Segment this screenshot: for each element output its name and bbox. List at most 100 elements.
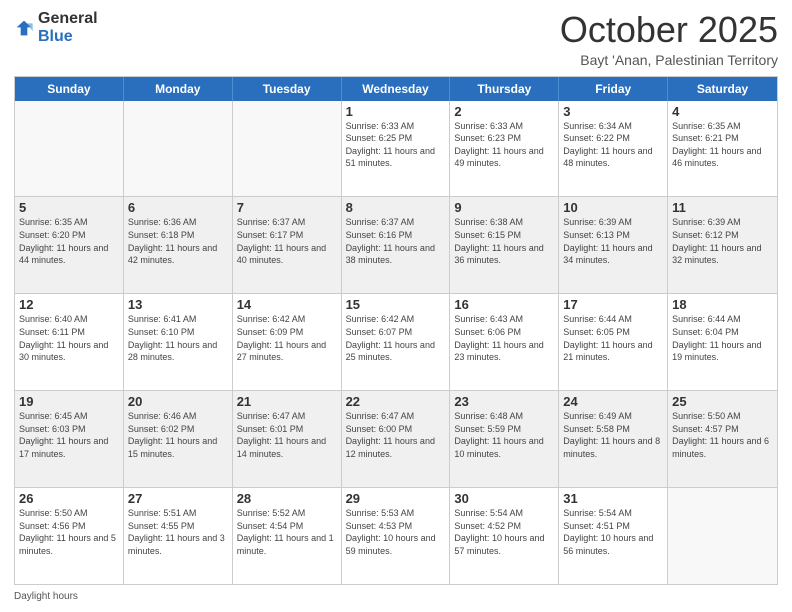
day-number: 7 [237,200,337,215]
day-info: Sunrise: 6:43 AM Sunset: 6:06 PM Dayligh… [454,313,554,363]
day-number: 13 [128,297,228,312]
weekday-header-monday: Monday [124,77,233,101]
day-info: Sunrise: 6:44 AM Sunset: 6:04 PM Dayligh… [672,313,773,363]
logo-blue: Blue [38,28,73,45]
month-title: October 2025 [560,10,778,50]
calendar-cell: 28Sunrise: 5:52 AM Sunset: 4:54 PM Dayli… [233,488,342,584]
calendar-cell: 14Sunrise: 6:42 AM Sunset: 6:09 PM Dayli… [233,294,342,390]
calendar-cell [15,101,124,197]
day-number: 4 [672,104,773,119]
day-number: 29 [346,491,446,506]
calendar-cell: 10Sunrise: 6:39 AM Sunset: 6:13 PM Dayli… [559,197,668,293]
day-number: 22 [346,394,446,409]
day-info: Sunrise: 6:48 AM Sunset: 5:59 PM Dayligh… [454,410,554,460]
day-number: 10 [563,200,663,215]
day-info: Sunrise: 5:54 AM Sunset: 4:52 PM Dayligh… [454,507,554,557]
calendar-week-5: 26Sunrise: 5:50 AM Sunset: 4:56 PM Dayli… [15,488,777,584]
day-info: Sunrise: 6:35 AM Sunset: 6:21 PM Dayligh… [672,120,773,170]
weekday-header-sunday: Sunday [15,77,124,101]
day-number: 1 [346,104,446,119]
day-number: 30 [454,491,554,506]
calendar-week-3: 12Sunrise: 6:40 AM Sunset: 6:11 PM Dayli… [15,294,777,391]
day-number: 17 [563,297,663,312]
calendar-cell: 7Sunrise: 6:37 AM Sunset: 6:17 PM Daylig… [233,197,342,293]
day-number: 28 [237,491,337,506]
day-number: 21 [237,394,337,409]
day-info: Sunrise: 5:54 AM Sunset: 4:51 PM Dayligh… [563,507,663,557]
day-number: 8 [346,200,446,215]
day-info: Sunrise: 6:41 AM Sunset: 6:10 PM Dayligh… [128,313,228,363]
calendar-cell: 4Sunrise: 6:35 AM Sunset: 6:21 PM Daylig… [668,101,777,197]
calendar-cell: 13Sunrise: 6:41 AM Sunset: 6:10 PM Dayli… [124,294,233,390]
calendar-week-2: 5Sunrise: 6:35 AM Sunset: 6:20 PM Daylig… [15,197,777,294]
day-info: Sunrise: 6:47 AM Sunset: 6:01 PM Dayligh… [237,410,337,460]
calendar-cell: 16Sunrise: 6:43 AM Sunset: 6:06 PM Dayli… [450,294,559,390]
calendar-cell [668,488,777,584]
day-number: 25 [672,394,773,409]
calendar: SundayMondayTuesdayWednesdayThursdayFrid… [14,76,778,585]
day-info: Sunrise: 6:34 AM Sunset: 6:22 PM Dayligh… [563,120,663,170]
day-number: 11 [672,200,773,215]
day-number: 26 [19,491,119,506]
calendar-cell: 6Sunrise: 6:36 AM Sunset: 6:18 PM Daylig… [124,197,233,293]
day-info: Sunrise: 5:53 AM Sunset: 4:53 PM Dayligh… [346,507,446,557]
day-number: 20 [128,394,228,409]
calendar-cell: 25Sunrise: 5:50 AM Sunset: 4:57 PM Dayli… [668,391,777,487]
calendar-cell: 9Sunrise: 6:38 AM Sunset: 6:15 PM Daylig… [450,197,559,293]
day-info: Sunrise: 6:39 AM Sunset: 6:12 PM Dayligh… [672,216,773,266]
logo: General Blue [14,10,98,46]
day-info: Sunrise: 6:47 AM Sunset: 6:00 PM Dayligh… [346,410,446,460]
calendar-cell: 17Sunrise: 6:44 AM Sunset: 6:05 PM Dayli… [559,294,668,390]
day-info: Sunrise: 5:51 AM Sunset: 4:55 PM Dayligh… [128,507,228,557]
calendar-body: 1Sunrise: 6:33 AM Sunset: 6:25 PM Daylig… [15,101,777,584]
day-info: Sunrise: 6:42 AM Sunset: 6:07 PM Dayligh… [346,313,446,363]
page: General Blue October 2025 Bayt 'Anan, Pa… [0,0,792,612]
day-info: Sunrise: 6:35 AM Sunset: 6:20 PM Dayligh… [19,216,119,266]
day-info: Sunrise: 6:40 AM Sunset: 6:11 PM Dayligh… [19,313,119,363]
title-block: October 2025 Bayt 'Anan, Palestinian Ter… [560,10,778,68]
day-number: 6 [128,200,228,215]
day-info: Sunrise: 5:50 AM Sunset: 4:57 PM Dayligh… [672,410,773,460]
day-number: 5 [19,200,119,215]
weekday-header-saturday: Saturday [668,77,777,101]
day-info: Sunrise: 6:36 AM Sunset: 6:18 PM Dayligh… [128,216,228,266]
location-title: Bayt 'Anan, Palestinian Territory [560,52,778,68]
weekday-header-friday: Friday [559,77,668,101]
calendar-header: SundayMondayTuesdayWednesdayThursdayFrid… [15,77,777,101]
day-info: Sunrise: 6:45 AM Sunset: 6:03 PM Dayligh… [19,410,119,460]
day-number: 24 [563,394,663,409]
day-info: Sunrise: 6:49 AM Sunset: 5:58 PM Dayligh… [563,410,663,460]
day-number: 2 [454,104,554,119]
day-number: 9 [454,200,554,215]
day-info: Sunrise: 5:52 AM Sunset: 4:54 PM Dayligh… [237,507,337,557]
calendar-cell: 19Sunrise: 6:45 AM Sunset: 6:03 PM Dayli… [15,391,124,487]
footer-text: Daylight hours [14,591,78,602]
calendar-cell: 2Sunrise: 6:33 AM Sunset: 6:23 PM Daylig… [450,101,559,197]
day-info: Sunrise: 6:33 AM Sunset: 6:23 PM Dayligh… [454,120,554,170]
day-number: 3 [563,104,663,119]
calendar-cell: 29Sunrise: 5:53 AM Sunset: 4:53 PM Dayli… [342,488,451,584]
calendar-cell: 18Sunrise: 6:44 AM Sunset: 6:04 PM Dayli… [668,294,777,390]
calendar-cell: 11Sunrise: 6:39 AM Sunset: 6:12 PM Dayli… [668,197,777,293]
day-info: Sunrise: 6:46 AM Sunset: 6:02 PM Dayligh… [128,410,228,460]
day-number: 27 [128,491,228,506]
calendar-cell: 23Sunrise: 6:48 AM Sunset: 5:59 PM Dayli… [450,391,559,487]
calendar-cell: 30Sunrise: 5:54 AM Sunset: 4:52 PM Dayli… [450,488,559,584]
calendar-cell: 1Sunrise: 6:33 AM Sunset: 6:25 PM Daylig… [342,101,451,197]
calendar-cell: 15Sunrise: 6:42 AM Sunset: 6:07 PM Dayli… [342,294,451,390]
weekday-header-wednesday: Wednesday [342,77,451,101]
day-info: Sunrise: 6:37 AM Sunset: 6:16 PM Dayligh… [346,216,446,266]
calendar-cell: 22Sunrise: 6:47 AM Sunset: 6:00 PM Dayli… [342,391,451,487]
logo-text: General Blue [38,10,98,46]
weekday-header-thursday: Thursday [450,77,559,101]
calendar-cell: 12Sunrise: 6:40 AM Sunset: 6:11 PM Dayli… [15,294,124,390]
weekday-header-tuesday: Tuesday [233,77,342,101]
day-info: Sunrise: 6:33 AM Sunset: 6:25 PM Dayligh… [346,120,446,170]
day-number: 19 [19,394,119,409]
day-number: 16 [454,297,554,312]
calendar-cell: 24Sunrise: 6:49 AM Sunset: 5:58 PM Dayli… [559,391,668,487]
day-info: Sunrise: 6:37 AM Sunset: 6:17 PM Dayligh… [237,216,337,266]
logo-general: General [38,10,98,27]
footer: Daylight hours [14,591,778,602]
day-info: Sunrise: 6:38 AM Sunset: 6:15 PM Dayligh… [454,216,554,266]
